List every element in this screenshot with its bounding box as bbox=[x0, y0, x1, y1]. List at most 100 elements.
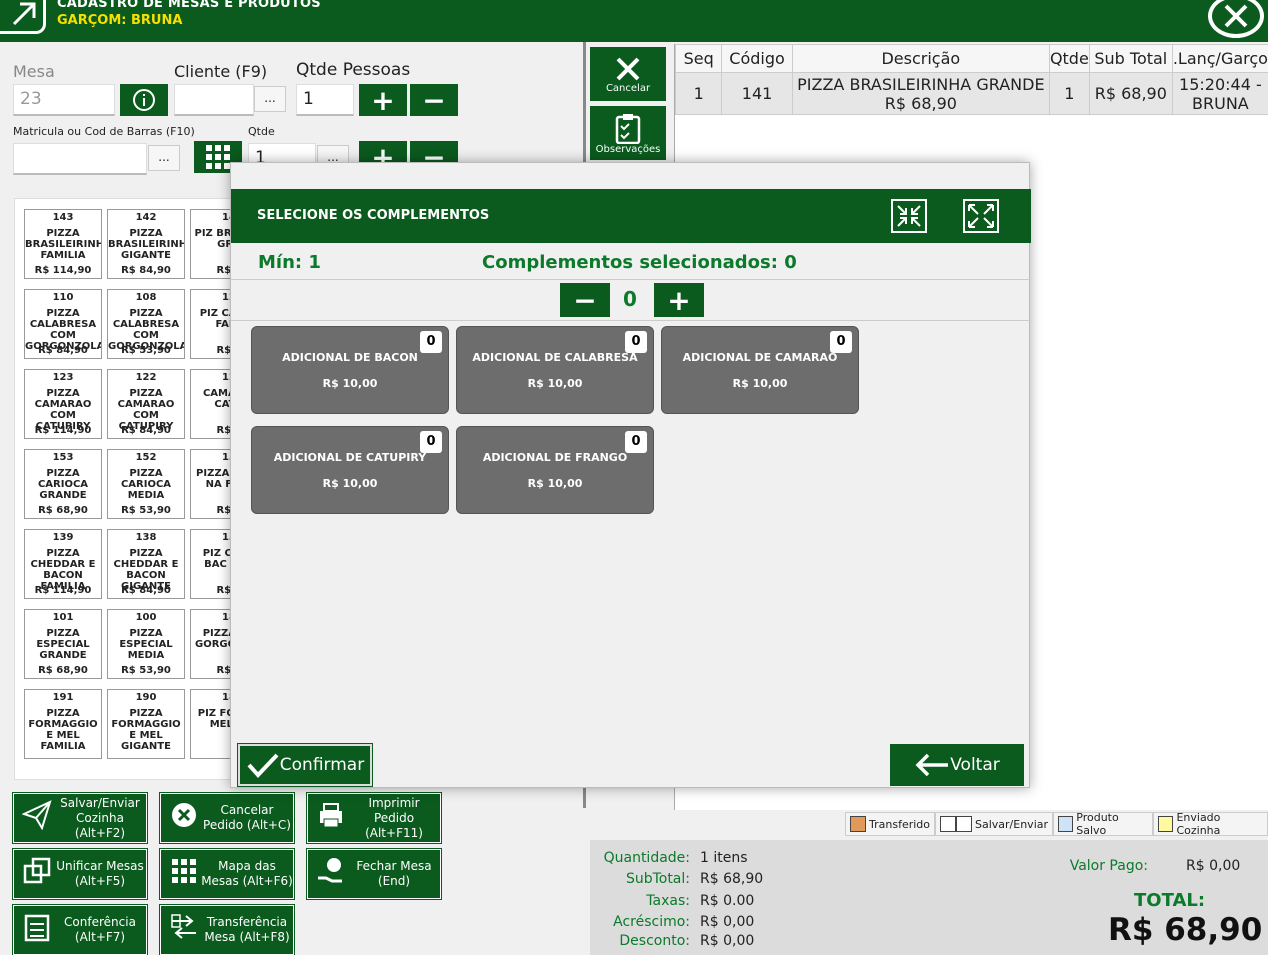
mesa-label: Mesa bbox=[13, 62, 55, 81]
complement-card[interactable]: ADICIONAL DE BACON R$ 10,00 0 bbox=[251, 326, 449, 414]
action-button[interactable]: Unificar Mesas (Alt+F5) bbox=[12, 848, 148, 900]
complement-name: ADICIONAL DE BACON bbox=[282, 351, 418, 364]
checklist-icon bbox=[20, 912, 54, 948]
column-header[interactable]: Seq bbox=[674, 44, 723, 73]
column-header[interactable]: .Lanç/Garço bbox=[1171, 44, 1268, 73]
expand-icon bbox=[968, 204, 994, 228]
confirm-button[interactable]: Confirmar bbox=[237, 743, 373, 787]
product-card[interactable]: 190 PIZZA FORMAGGIO E MEL GIGANTE bbox=[107, 689, 185, 759]
pessoas-plus-button[interactable]: + bbox=[359, 84, 407, 117]
product-code: 108 bbox=[135, 292, 157, 303]
observations-button[interactable]: Observações bbox=[590, 106, 666, 160]
action-button[interactable]: Conferência (Alt+F7) bbox=[12, 904, 148, 955]
payment-icon bbox=[314, 856, 348, 892]
product-card[interactable]: 142 PIZZA BRASILEIRINHA GIGANTE R$ 84,90 bbox=[107, 209, 185, 279]
product-card[interactable]: 138 PIZZA CHEDDAR E BACON GIGANTE R$ 84,90 bbox=[107, 529, 185, 599]
product-price: R$ 53,90 bbox=[121, 505, 171, 516]
product-name: PIZZA CARIOCA GRANDE bbox=[37, 468, 89, 501]
product-card[interactable]: 139 PIZZA CHEDDAR E BACON FAMILIA R$ 114,9… bbox=[24, 529, 102, 599]
product-code: 190 bbox=[135, 692, 157, 703]
action-button[interactable]: Cancelar Pedido (Alt+C) bbox=[159, 792, 295, 844]
action-label: Imprimir Pedido (Alt+F11) bbox=[365, 795, 423, 840]
confirm-label: Confirmar bbox=[279, 755, 365, 775]
minimize-button[interactable] bbox=[891, 199, 927, 233]
min-label: Mín: 1 bbox=[258, 252, 321, 273]
paid-value: R$ 0,00 bbox=[1186, 858, 1241, 874]
product-code: 123 bbox=[52, 372, 74, 383]
subtotal-label: SubTotal: bbox=[625, 871, 690, 887]
complement-price: R$ 10,00 bbox=[527, 477, 583, 490]
cliente-search-button[interactable]: ... bbox=[254, 86, 286, 112]
product-card[interactable]: 122 PIZZA CAMARAO COM CATUPIRY R$ 84,90 bbox=[107, 369, 185, 439]
cancel-item-button[interactable]: Cancelar bbox=[590, 47, 666, 101]
product-code: 191 bbox=[52, 692, 74, 703]
mesa-field[interactable]: 23 bbox=[13, 84, 115, 116]
product-name: PIZZA BRASILEIRINHA FAMILIA bbox=[25, 228, 101, 261]
taxes-value: R$ 0.00 bbox=[700, 893, 755, 909]
table-cell: 15:20:44 - BRUNA bbox=[1171, 72, 1268, 115]
counter-plus-button[interactable]: + bbox=[654, 283, 704, 317]
counter-value: 0 bbox=[623, 287, 637, 311]
pessoas-minus-button[interactable]: − bbox=[410, 84, 458, 117]
complement-card[interactable]: ADICIONAL DE FRANGO R$ 10,00 0 bbox=[456, 426, 654, 514]
product-code: 153 bbox=[52, 452, 74, 463]
product-card[interactable]: 110 PIZZA CALABRESA COM GORGONZOLA R$ 84,9… bbox=[24, 289, 102, 359]
product-price: R$ 84,90 bbox=[38, 345, 88, 356]
pessoas-field[interactable]: 1 bbox=[296, 84, 354, 116]
window-title: CADASTRO DE MESAS E PRODUTOS bbox=[57, 0, 321, 11]
complements-dialog: SELECIONE OS COMPLEMENTOS Mín: 1 Complem… bbox=[230, 162, 1031, 788]
product-code: 142 bbox=[135, 212, 157, 223]
action-button[interactable]: Mapa das Mesas (Alt+F6) bbox=[159, 848, 295, 900]
cliente-label: Cliente (F9) bbox=[174, 62, 268, 81]
complement-qty-badge: 0 bbox=[420, 331, 442, 353]
column-header[interactable]: Código bbox=[721, 44, 793, 73]
product-card[interactable]: 152 PIZZA CARIOCA MEDIA R$ 53,90 bbox=[107, 449, 185, 519]
product-price: R$ 84,90 bbox=[121, 265, 171, 276]
product-card[interactable]: 100 PIZZA ESPECIAL MEDIA R$ 53,90 bbox=[107, 609, 185, 679]
matricula-field[interactable] bbox=[13, 143, 147, 175]
back-button[interactable]: Voltar bbox=[890, 744, 1024, 786]
close-icon bbox=[1224, 4, 1248, 28]
product-price: R$ 53,90 bbox=[121, 345, 171, 356]
column-header[interactable]: Sub Total bbox=[1088, 44, 1173, 73]
complement-card[interactable]: ADICIONAL DE CAMARAO R$ 10,00 0 bbox=[661, 326, 859, 414]
product-card[interactable]: 108 PIZZA CALABRESA COM GORGONZOLA R$ 53,9… bbox=[107, 289, 185, 359]
legend-swatch bbox=[1158, 816, 1174, 832]
maximize-button[interactable] bbox=[963, 199, 999, 233]
mesa-info-button[interactable] bbox=[120, 84, 168, 116]
counter-minus-button[interactable]: − bbox=[560, 283, 610, 317]
product-code: 100 bbox=[135, 612, 157, 623]
selected-count-label: Complementos selecionados: 0 bbox=[482, 252, 797, 273]
product-card[interactable]: 153 PIZZA CARIOCA GRANDE R$ 68,90 bbox=[24, 449, 102, 519]
product-price: R$ 84,90 bbox=[121, 585, 171, 596]
table-cell: 1 bbox=[674, 72, 723, 115]
addition-value: R$ 0,00 bbox=[700, 914, 755, 930]
product-card[interactable]: 123 PIZZA CAMARAO COM CATUPIRY R$ 114,90 bbox=[24, 369, 102, 439]
product-card[interactable]: 191 PIZZA FORMAGGIO E MEL FAMILIA bbox=[24, 689, 102, 759]
product-name: PIZZA BRASILEIRINHA GIGANTE bbox=[108, 228, 184, 261]
cliente-field[interactable] bbox=[174, 84, 254, 116]
action-button[interactable]: Transferência Mesa (Alt+F8) bbox=[159, 904, 295, 955]
product-price: R$ 114,90 bbox=[34, 585, 92, 596]
table-row[interactable]: 1 141 PIZZA BRASILEIRINHA GRANDE R$ 68,90 1… bbox=[674, 72, 1268, 115]
product-card[interactable]: 143 PIZZA BRASILEIRINHA FAMILIA R$ 114,90 bbox=[24, 209, 102, 279]
close-button[interactable] bbox=[1208, 0, 1264, 38]
matricula-search-button[interactable]: ... bbox=[148, 145, 180, 171]
column-header[interactable]: Descrição bbox=[791, 44, 1050, 73]
table-cell: R$ 68,90 bbox=[1088, 72, 1173, 115]
action-button[interactable]: Fechar Mesa (End) bbox=[306, 848, 442, 900]
complement-card[interactable]: ADICIONAL DE CATUPIRY R$ 10,00 0 bbox=[251, 426, 449, 514]
action-button[interactable]: Imprimir Pedido (Alt+F11) bbox=[306, 792, 442, 844]
status-legend: Transferido Salvar/Enviar Produto Salvo Env… bbox=[845, 811, 1268, 837]
arrow-left-icon bbox=[915, 753, 949, 777]
product-code: 139 bbox=[52, 532, 74, 543]
column-header[interactable]: Qtde bbox=[1048, 44, 1090, 73]
complement-name: ADICIONAL DE CAMARAO bbox=[682, 351, 838, 364]
action-button[interactable]: Salvar/Enviar Cozinha (Alt+F2) bbox=[12, 792, 148, 844]
qtd-label: Quantidade: bbox=[603, 850, 690, 866]
qtde-label: Qtde bbox=[248, 125, 275, 138]
product-card[interactable]: 101 PIZZA ESPECIAL GRANDE R$ 68,90 bbox=[24, 609, 102, 679]
observations-label: Observações bbox=[595, 143, 661, 155]
complement-price: R$ 10,00 bbox=[732, 377, 788, 390]
complement-card[interactable]: ADICIONAL DE CALABRESA R$ 10,00 0 bbox=[456, 326, 654, 414]
